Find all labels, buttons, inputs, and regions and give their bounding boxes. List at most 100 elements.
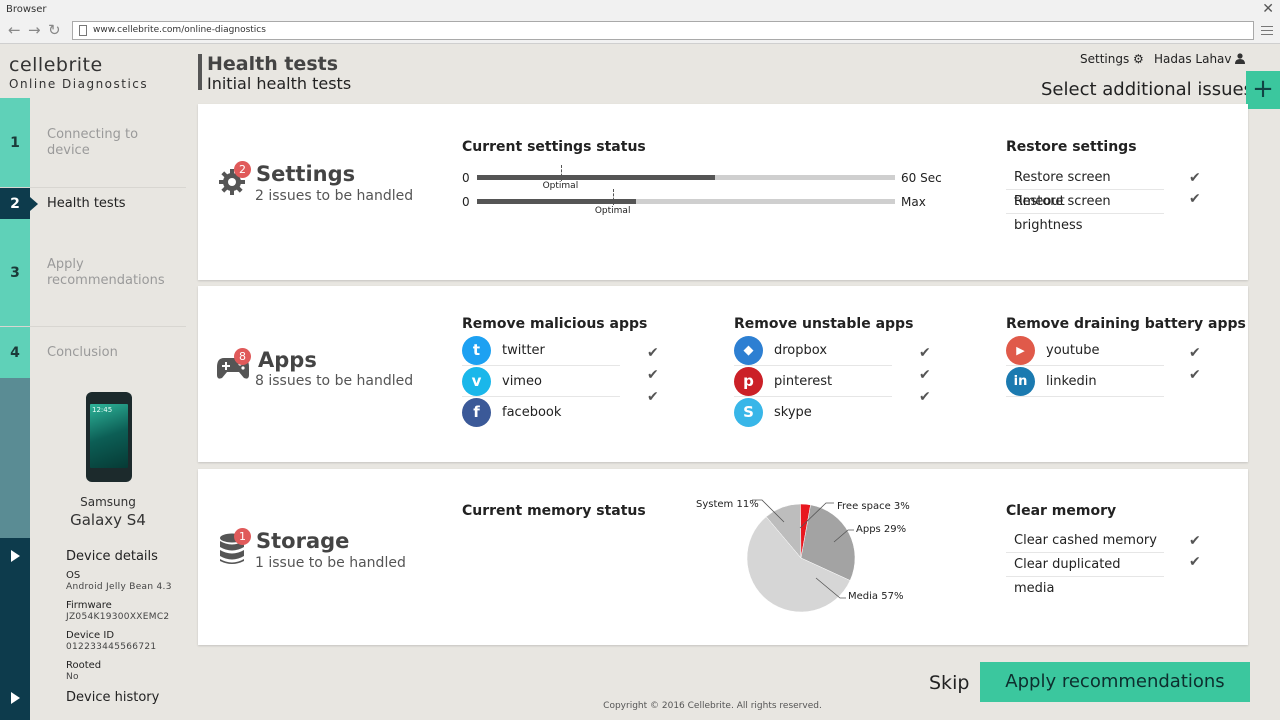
check-icon[interactable]: ✔	[919, 389, 931, 405]
address-url: www.cellebrite.com/online-diagnostics	[93, 25, 266, 35]
pie-leader-lines	[752, 499, 854, 599]
copyright-text: Copyright © 2016 Cellebrite. All rights …	[603, 701, 822, 711]
restore-settings-heading: Restore settings	[1006, 139, 1137, 155]
check-icon[interactable]: ✔	[1189, 533, 1201, 549]
firmware-label: Firmware	[66, 600, 112, 611]
malicious-apps-heading: Remove malicious apps	[462, 316, 648, 332]
reload-icon[interactable]: ↻	[48, 20, 61, 40]
step-conclusion[interactable]: 4 Conclusion	[0, 327, 186, 378]
user-icon	[1235, 53, 1246, 64]
step-number: 1	[0, 98, 30, 187]
step-label: Conclusion	[47, 344, 118, 360]
clear-cashed-memory-item[interactable]: Clear cashed memory	[1006, 529, 1164, 553]
firmware-value: JZ054K19300XXEMC2	[66, 612, 170, 622]
add-issues-button[interactable]: +	[1246, 71, 1280, 109]
slider-min-label: 0	[462, 171, 470, 185]
phone-image: 12:45	[86, 392, 132, 482]
title-accent-bar	[198, 54, 202, 90]
card-subtitle: 1 issue to be handled	[255, 555, 406, 571]
check-icon[interactable]: ✔	[1189, 345, 1201, 361]
app-name: vimeo	[502, 374, 542, 389]
app-item-twitter[interactable]: t twitter	[462, 335, 620, 366]
app-item-linkedin[interactable]: in linkedin	[1006, 366, 1164, 397]
vimeo-icon: v	[462, 367, 491, 396]
address-bar[interactable]: www.cellebrite.com/online-diagnostics	[72, 21, 1254, 40]
forward-icon[interactable]: →	[28, 20, 41, 40]
select-additional-issues-label: Select additional issues	[1041, 79, 1253, 100]
dropbox-icon: ◆	[734, 336, 763, 365]
app-name: pinterest	[774, 374, 833, 389]
apply-recommendations-button[interactable]: Apply recommendations	[980, 662, 1250, 702]
card-title: Apps	[258, 348, 317, 372]
card-title: Storage	[256, 529, 350, 553]
clear-duplicated-media-item[interactable]: Clear duplicated media	[1006, 553, 1164, 596]
check-icon[interactable]: ✔	[647, 389, 659, 405]
clear-memory-list: Clear cashed memory Clear duplicated med…	[1006, 529, 1164, 596]
browser-chrome: Browser ✕ ← → ↻ www.cellebrite.com/onlin…	[0, 0, 1280, 44]
step-number: 2	[0, 188, 30, 219]
screen-brightness-slider	[477, 189, 895, 205]
check-icon[interactable]: ✔	[1189, 554, 1201, 570]
check-icon[interactable]: ✔	[1189, 367, 1201, 383]
optimal-marker	[560, 165, 562, 181]
slider-max-label: 60 Sec	[901, 171, 942, 185]
facebook-icon: f	[462, 398, 491, 427]
close-window-icon[interactable]: ✕	[1262, 1, 1274, 17]
optimal-label: Optimal	[542, 181, 579, 191]
youtube-icon: ▶	[1006, 336, 1035, 365]
app-item-vimeo[interactable]: v vimeo	[462, 366, 620, 397]
device-id-label: Device ID	[66, 630, 115, 641]
rooted-value: No	[66, 672, 79, 682]
settings-label: Settings	[1080, 52, 1130, 66]
step-health-tests[interactable]: 2 Health tests	[0, 188, 186, 219]
restore-screen-brightness-item[interactable]: Restore screen brightness	[1006, 190, 1164, 233]
issue-count-badge: 2	[234, 161, 251, 178]
check-icon[interactable]: ✔	[919, 345, 931, 361]
hamburger-menu-icon[interactable]	[1261, 26, 1273, 38]
check-icon[interactable]: ✔	[1189, 170, 1201, 186]
rooted-label: Rooted	[66, 660, 102, 671]
step-number: 3	[0, 219, 30, 326]
check-icon[interactable]: ✔	[919, 367, 931, 383]
app-item-dropbox[interactable]: ◆ dropbox	[734, 335, 892, 366]
page-icon	[79, 25, 87, 36]
skip-button[interactable]: Skip	[929, 672, 969, 694]
check-icon[interactable]: ✔	[1189, 191, 1201, 207]
settings-link[interactable]: Settings ⚙	[1080, 52, 1144, 66]
window-title: Browser	[6, 4, 47, 15]
app-item-facebook[interactable]: f facebook	[462, 397, 620, 428]
step-connecting[interactable]: 1 Connecting to device	[0, 98, 186, 188]
clear-memory-heading: Clear memory	[1006, 503, 1117, 519]
optimal-label: Optimal	[594, 206, 631, 216]
unstable-apps-heading: Remove unstable apps	[734, 316, 914, 332]
app-name: linkedin	[1046, 374, 1097, 389]
user-menu[interactable]: Hadas Lahav	[1154, 52, 1246, 66]
twitter-icon: t	[462, 336, 491, 365]
check-icon[interactable]: ✔	[647, 345, 659, 361]
app-item-skype[interactable]: S skype	[734, 397, 892, 428]
app-item-pinterest[interactable]: p pinterest	[734, 366, 892, 397]
device-panel: 12:45 Samsung Galaxy S4	[0, 378, 186, 538]
battery-apps-heading: Remove draining battery apps	[1006, 316, 1246, 332]
linkedin-icon: in	[1006, 367, 1035, 396]
memory-status-heading: Current memory status	[462, 503, 646, 519]
app-item-youtube[interactable]: ▶ youtube	[1006, 335, 1164, 366]
phone-clock: 12:45	[92, 406, 113, 414]
device-maker: Samsung	[80, 495, 136, 509]
logo-subtitle: Online Diagnostics	[9, 77, 149, 91]
os-label: OS	[66, 570, 81, 581]
step-label: Health tests	[47, 195, 126, 211]
user-name: Hadas Lahav	[1154, 52, 1232, 66]
expand-details-icon[interactable]	[11, 550, 20, 562]
app-name: youtube	[1046, 343, 1100, 358]
gear-icon: ⚙	[1133, 52, 1144, 66]
device-details-toggle[interactable]: Device details	[66, 549, 158, 564]
item-label: Clear cashed memory	[1014, 533, 1157, 548]
back-icon[interactable]: ←	[8, 20, 21, 40]
skype-icon: S	[734, 398, 763, 427]
check-icon[interactable]: ✔	[647, 367, 659, 383]
active-step-arrow-icon	[30, 196, 38, 211]
restore-screen-timeout-item[interactable]: Restore screen timeout	[1006, 166, 1164, 209]
step-apply[interactable]: 3 Apply recommendations	[0, 219, 186, 327]
os-value: Android Jelly Bean 4.3	[66, 582, 172, 592]
